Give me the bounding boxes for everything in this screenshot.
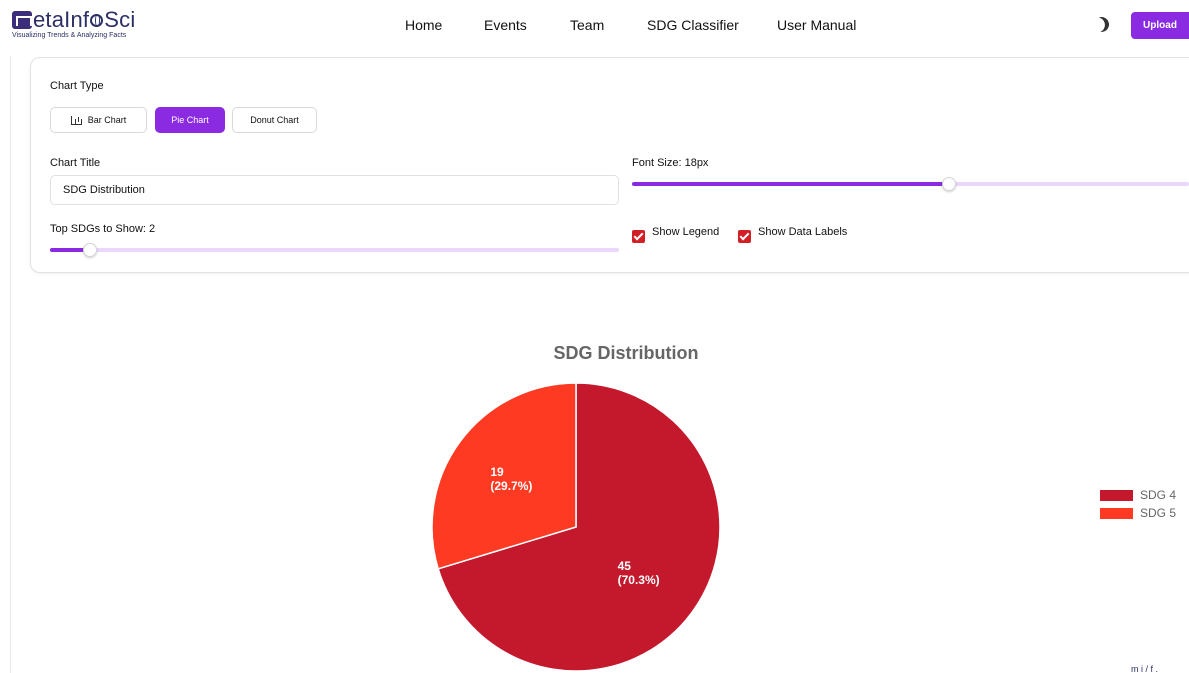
legend-label-sdg-4: SDG 4 bbox=[1140, 488, 1177, 502]
data-label-percent: (29.7%) bbox=[490, 479, 532, 493]
legend-swatch-sdg-4 bbox=[1100, 489, 1133, 501]
data-label-value: 19 bbox=[490, 465, 504, 479]
legend-label-sdg-5: SDG 5 bbox=[1140, 506, 1177, 520]
corner-logo-mark: m i / f . bbox=[1131, 664, 1158, 673]
chart-legend: SDG 4 SDG 5 bbox=[1100, 486, 1176, 522]
data-label-value: 45 bbox=[618, 559, 632, 573]
legend-swatch-sdg-5 bbox=[1100, 507, 1133, 519]
legend-item-sdg-4[interactable]: SDG 4 bbox=[1100, 486, 1176, 504]
pie-chart: 45(70.3%) 19(29.7%) bbox=[431, 382, 721, 672]
page: etaInf Sci Visualizing Trends & Analyzing… bbox=[0, 0, 1189, 673]
data-label-percent: (70.3%) bbox=[618, 573, 660, 587]
legend-item-sdg-5[interactable]: SDG 5 bbox=[1100, 504, 1176, 522]
